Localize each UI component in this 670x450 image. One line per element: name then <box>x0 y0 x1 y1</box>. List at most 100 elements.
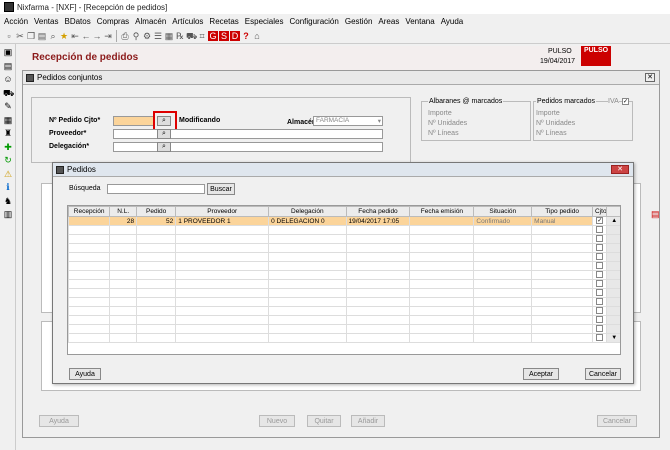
cjto-checkbox[interactable]: ✓ <box>596 217 604 225</box>
almacen-select[interactable]: FARMACIA ▾ <box>313 116 383 126</box>
scroll-up-icon[interactable]: ▲ <box>606 216 620 226</box>
busqueda-input[interactable] <box>107 184 205 194</box>
pharmacy-icon[interactable]: ℞ <box>175 31 185 41</box>
buscar-button[interactable]: Buscar <box>207 183 235 195</box>
cjto-checkbox[interactable] <box>596 334 604 342</box>
flag-icon[interactable]: ▤ <box>651 209 660 220</box>
info-icon[interactable]: ℹ <box>3 182 13 192</box>
menu-articulos[interactable]: Artículos <box>172 17 203 26</box>
cjto-checkbox[interactable] <box>596 253 604 261</box>
copy-icon[interactable]: ❐ <box>26 31 36 41</box>
first-icon[interactable]: ⇤ <box>70 31 80 41</box>
sales-icon[interactable]: ▣ <box>3 47 13 57</box>
barcode-icon[interactable]: ▥ <box>3 209 13 219</box>
last-icon[interactable]: ⇥ <box>103 31 113 41</box>
table-row[interactable] <box>68 261 620 271</box>
table-row[interactable] <box>68 288 620 298</box>
table-row[interactable] <box>68 270 620 280</box>
lookup-proveedor-button[interactable]: ⌕ <box>157 129 171 139</box>
find-icon[interactable]: ⌕ <box>48 31 58 41</box>
star-icon[interactable]: ★ <box>59 31 69 41</box>
col-pedido[interactable]: Pedido <box>136 206 177 217</box>
aceptar-button[interactable]: Aceptar <box>523 368 559 380</box>
col-cjto[interactable]: Cjto <box>592 206 608 217</box>
table-row[interactable]: 28 52 1 PROVEEDOR 1 0 DELEGACION 0 19/04… <box>68 216 620 226</box>
home-icon[interactable]: ⌂ <box>252 31 262 41</box>
notes-icon[interactable]: ▦ <box>164 31 174 41</box>
basket-icon[interactable]: ⛟ <box>3 88 14 98</box>
help-icon[interactable]: ? <box>241 31 251 41</box>
close-icon[interactable]: ✕ <box>611 165 629 174</box>
anadir-button[interactable]: Añadir <box>351 415 385 427</box>
col-nl[interactable]: N.L. <box>109 206 138 217</box>
table-row[interactable] <box>68 324 620 334</box>
d-icon[interactable]: D <box>230 30 240 41</box>
menu-especiales[interactable]: Especiales <box>245 17 284 26</box>
table-row[interactable] <box>68 315 620 325</box>
close-icon[interactable]: ✕ <box>645 73 655 82</box>
nuevo-button[interactable]: Nuevo <box>259 415 295 427</box>
table-row[interactable] <box>68 297 620 307</box>
prev-icon[interactable]: ← <box>81 31 91 41</box>
menu-ayuda[interactable]: Ayuda <box>441 17 464 26</box>
table-row[interactable]: ▼ <box>68 333 620 343</box>
tag-icon[interactable]: ⌗ <box>197 31 207 41</box>
stock-icon[interactable]: ▦ <box>3 115 13 125</box>
col-proveedor[interactable]: Proveedor <box>175 206 270 217</box>
ayuda-button[interactable]: Ayuda <box>69 368 101 380</box>
quitar-button[interactable]: Quitar <box>307 415 341 427</box>
warning-icon[interactable]: ⚠ <box>3 169 13 179</box>
cjto-checkbox[interactable] <box>596 325 604 333</box>
proveedor-input[interactable] <box>113 129 383 139</box>
col-fecha-pedido[interactable]: Fecha pedido <box>345 206 411 217</box>
cjto-checkbox[interactable] <box>596 226 604 234</box>
orders-icon[interactable]: ▤ <box>3 61 13 71</box>
iva-checkbox[interactable]: ✓ <box>622 98 629 105</box>
cjto-checkbox[interactable] <box>596 244 604 252</box>
cjto-checkbox[interactable] <box>596 298 604 306</box>
lookup-delegacion-button[interactable]: ⌕ <box>157 142 171 152</box>
col-delegacion[interactable]: Delegación <box>268 206 347 217</box>
table-row[interactable] <box>68 279 620 289</box>
cancelar-button-main[interactable]: Cancelar <box>597 415 637 427</box>
menu-bdatos[interactable]: BDatos <box>64 17 90 26</box>
menu-compras[interactable]: Compras <box>97 17 129 26</box>
refresh-icon[interactable]: ↻ <box>3 155 13 165</box>
customers-icon[interactable]: ☺ <box>3 74 13 84</box>
col-situacion[interactable]: Situación <box>473 206 533 217</box>
paste-icon[interactable]: ▤ <box>37 31 47 41</box>
tools-icon[interactable]: ⚙ <box>142 31 152 41</box>
g-icon[interactable]: G <box>208 30 218 41</box>
cjto-checkbox[interactable] <box>596 289 604 297</box>
table-row[interactable] <box>68 306 620 316</box>
next-icon[interactable]: → <box>92 31 102 41</box>
menu-ventas[interactable]: Ventas <box>34 17 58 26</box>
nro-pedido-input[interactable] <box>113 116 155 126</box>
menu-ventana[interactable]: Ventana <box>405 17 434 26</box>
menu-configuracion[interactable]: Configuración <box>289 17 338 26</box>
table-row[interactable] <box>68 252 620 262</box>
clients-icon[interactable]: ♜ <box>3 128 13 138</box>
plus-icon[interactable]: ✚ <box>3 142 13 152</box>
cjto-checkbox[interactable] <box>596 271 604 279</box>
table-row[interactable] <box>68 234 620 244</box>
menu-recetas[interactable]: Recetas <box>209 17 238 26</box>
table-row[interactable] <box>68 243 620 253</box>
ayuda-button-main[interactable]: Ayuda <box>39 415 79 427</box>
group-icon[interactable]: ♞ <box>3 196 13 206</box>
print-icon[interactable]: ⎙ <box>120 31 130 41</box>
col-tipo-pedido[interactable]: Tipo pedido <box>531 206 594 217</box>
pen-icon[interactable]: ✎ <box>3 101 13 111</box>
cjto-checkbox[interactable] <box>596 280 604 288</box>
list-icon[interactable]: ☰ <box>153 31 163 41</box>
menu-almacen[interactable]: Almacén <box>135 17 166 26</box>
cjto-checkbox[interactable] <box>596 235 604 243</box>
search-icon[interactable]: ⚲ <box>131 31 141 41</box>
s-icon[interactable]: S <box>219 30 229 41</box>
col-recepcion[interactable]: Recepción <box>68 206 111 217</box>
scroll-down-icon[interactable]: ▼ <box>606 333 620 343</box>
menu-accion[interactable]: Acción <box>4 17 28 26</box>
menu-gestion[interactable]: Gestión <box>345 17 373 26</box>
new-icon[interactable]: ▫ <box>4 31 14 41</box>
cjto-checkbox[interactable] <box>596 316 604 324</box>
